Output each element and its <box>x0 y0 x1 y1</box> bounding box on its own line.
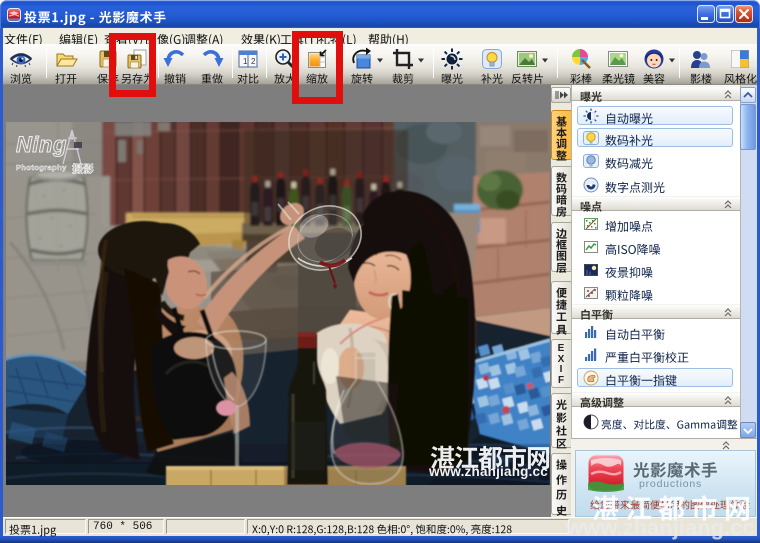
svg-text:Photography: Photography <box>16 163 67 172</box>
svg-text:2: 2 <box>251 57 256 66</box>
svg-text:Ning: Ning <box>16 132 67 157</box>
svg-text:1: 1 <box>243 57 248 66</box>
